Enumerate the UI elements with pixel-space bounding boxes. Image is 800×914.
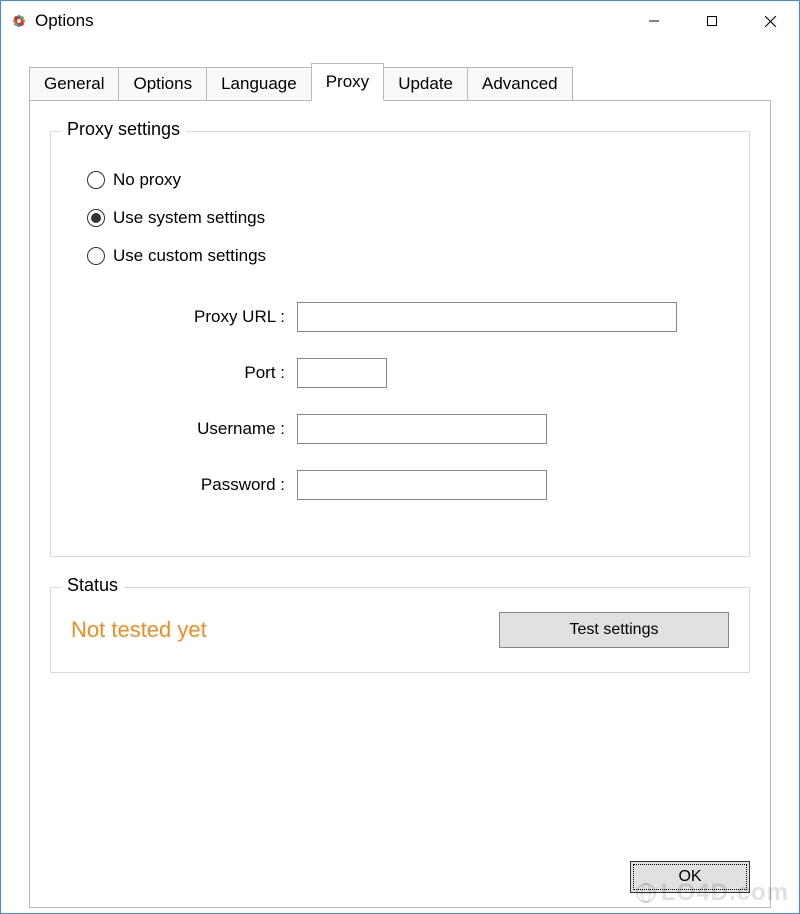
title-bar: Options (1, 1, 799, 41)
tab-update[interactable]: Update (383, 67, 468, 100)
status-legend: Status (61, 575, 124, 596)
port-label: Port : (127, 363, 297, 383)
password-input[interactable] (297, 470, 547, 500)
title-left: Options (9, 11, 94, 31)
radio-no-proxy[interactable]: No proxy (87, 170, 729, 190)
options-window: Options General Options Language Proxy U… (0, 0, 800, 914)
tab-language[interactable]: Language (206, 67, 312, 100)
row-port: Port : (127, 358, 729, 388)
radio-icon (87, 247, 105, 265)
tab-advanced[interactable]: Advanced (467, 67, 573, 100)
port-input[interactable] (297, 358, 387, 388)
tab-body: Proxy settings No proxy Use system setti… (29, 100, 771, 908)
window-controls (625, 1, 799, 41)
radio-label: Use system settings (113, 208, 265, 228)
row-proxy-url: Proxy URL : (127, 302, 729, 332)
radio-icon (87, 209, 105, 227)
username-input[interactable] (297, 414, 547, 444)
radio-label: Use custom settings (113, 246, 266, 266)
minimize-button[interactable] (625, 1, 683, 41)
password-label: Password : (127, 475, 297, 495)
status-fieldset: Status Not tested yet Test settings (50, 587, 750, 673)
radio-label: No proxy (113, 170, 181, 190)
tab-strip: General Options Language Proxy Update Ad… (29, 63, 771, 100)
row-password: Password : (127, 470, 729, 500)
ok-button[interactable]: OK (630, 861, 750, 893)
row-username: Username : (127, 414, 729, 444)
radio-use-custom-settings[interactable]: Use custom settings (87, 246, 729, 266)
proxy-url-label: Proxy URL : (127, 307, 297, 327)
window-title: Options (35, 11, 94, 31)
tab-options[interactable]: Options (118, 67, 207, 100)
ok-row: OK (630, 861, 750, 893)
proxy-settings-legend: Proxy settings (61, 119, 186, 140)
close-button[interactable] (741, 1, 799, 41)
maximize-button[interactable] (683, 1, 741, 41)
tab-proxy[interactable]: Proxy (311, 63, 384, 101)
proxy-settings-fieldset: Proxy settings No proxy Use system setti… (50, 131, 750, 557)
tab-general[interactable]: General (29, 67, 119, 100)
app-icon (9, 11, 29, 31)
status-text: Not tested yet (71, 617, 207, 643)
radio-icon (87, 171, 105, 189)
proxy-form: Proxy URL : Port : Username : Password : (127, 302, 729, 500)
username-label: Username : (127, 419, 297, 439)
radio-use-system-settings[interactable]: Use system settings (87, 208, 729, 228)
proxy-url-input[interactable] (297, 302, 677, 332)
test-settings-button[interactable]: Test settings (499, 612, 729, 648)
content-area: General Options Language Proxy Update Ad… (1, 41, 799, 908)
